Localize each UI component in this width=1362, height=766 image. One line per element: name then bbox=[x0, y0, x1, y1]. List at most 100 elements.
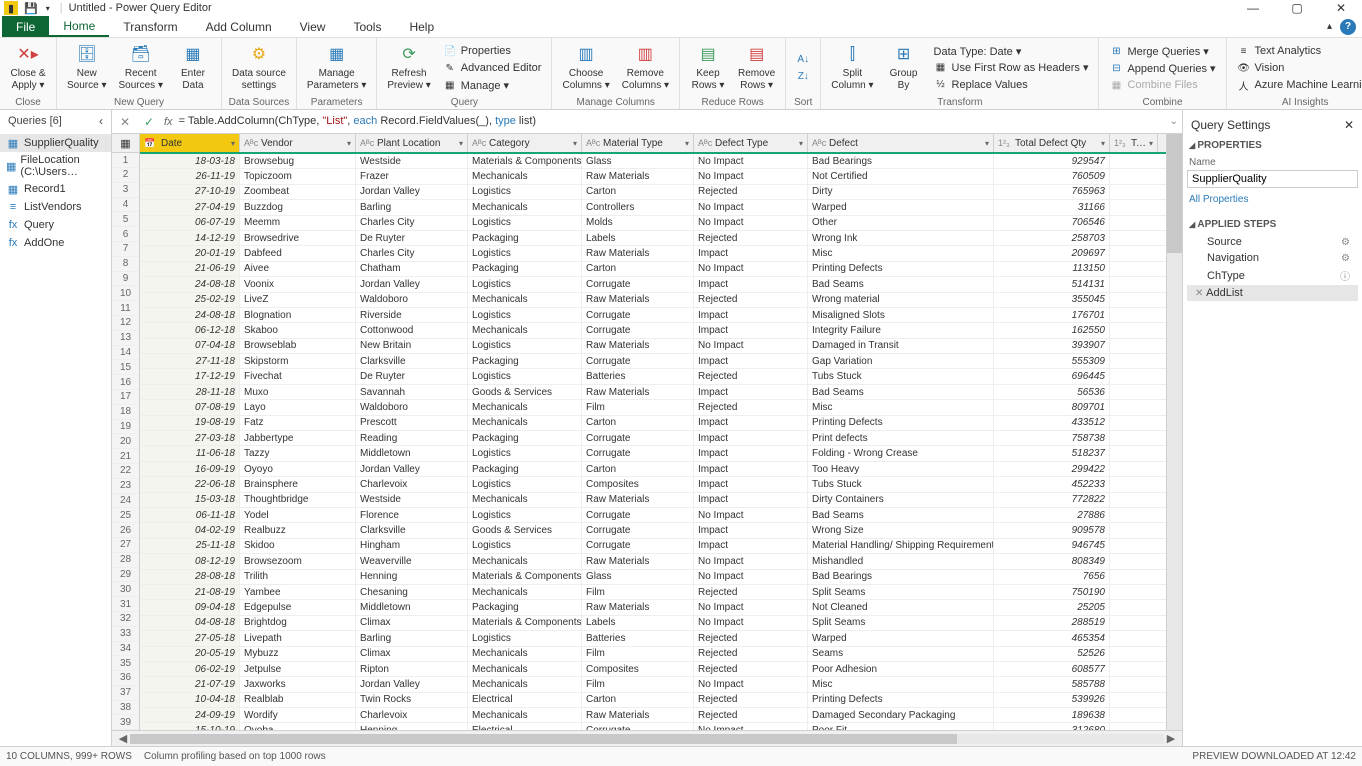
cell[interactable]: Impact bbox=[694, 308, 808, 322]
tab-view[interactable]: View bbox=[286, 16, 340, 37]
filter-icon[interactable]: ▾ bbox=[985, 139, 989, 148]
cell[interactable]: Corrugate bbox=[582, 354, 694, 368]
table-row[interactable]: 04-08-18BrightdogClimaxMaterials & Compo… bbox=[140, 616, 1166, 631]
cell[interactable]: 11-06-18 bbox=[140, 446, 240, 460]
cell[interactable]: Rejected bbox=[694, 369, 808, 383]
cell[interactable]: Logistics bbox=[468, 631, 582, 645]
cell[interactable]: Raw Materials bbox=[582, 246, 694, 260]
cell[interactable]: Raw Materials bbox=[582, 493, 694, 507]
cell[interactable]: Mechanicals bbox=[468, 400, 582, 414]
cell[interactable]: Clarksville bbox=[356, 523, 468, 537]
cell[interactable]: 16-09-19 bbox=[140, 462, 240, 476]
cell[interactable]: Chatham bbox=[356, 262, 468, 276]
cell[interactable]: Browsebug bbox=[240, 154, 356, 168]
append-queries-button[interactable]: ⊟Append Queries ▾ bbox=[1105, 60, 1219, 76]
cell[interactable]: Raw Materials bbox=[582, 339, 694, 353]
cell[interactable]: Yambee bbox=[240, 585, 356, 599]
cell[interactable]: 929547 bbox=[994, 154, 1110, 168]
cell[interactable]: Materials & Components bbox=[468, 616, 582, 630]
cell[interactable]: Impact bbox=[694, 477, 808, 491]
cell[interactable]: Yodel bbox=[240, 508, 356, 522]
applied-step[interactable]: Navigation⚙ bbox=[1187, 250, 1358, 266]
cell[interactable]: Rejected bbox=[694, 231, 808, 245]
table-row[interactable]: 20-05-19MybuzzClimaxMechanicalsFilmRejec… bbox=[140, 647, 1166, 662]
gear-icon[interactable]: ⚙ bbox=[1341, 253, 1350, 264]
cell[interactable]: Composites bbox=[582, 662, 694, 676]
cell[interactable]: Batteries bbox=[582, 369, 694, 383]
cell[interactable]: 760509 bbox=[994, 169, 1110, 183]
cell[interactable]: 09-04-18 bbox=[140, 600, 240, 614]
enter-data-button[interactable]: ▦Enter Data bbox=[171, 42, 215, 94]
minimize-button[interactable]: — bbox=[1246, 1, 1260, 15]
cell[interactable]: Rejected bbox=[694, 585, 808, 599]
table-row[interactable]: 08-12-19BrowsezoomWeavervilleMechanicals… bbox=[140, 554, 1166, 569]
cell[interactable]: Corrugate bbox=[582, 723, 694, 730]
cell[interactable]: No Impact bbox=[694, 616, 808, 630]
cell[interactable]: Printing Defects bbox=[808, 262, 994, 276]
cell[interactable]: Glass bbox=[582, 570, 694, 584]
cell[interactable]: Corrugate bbox=[582, 523, 694, 537]
cell[interactable]: 189638 bbox=[994, 708, 1110, 722]
cell[interactable]: Rejected bbox=[694, 647, 808, 661]
cell[interactable]: 08-12-19 bbox=[140, 554, 240, 568]
cell[interactable]: Waldoboro bbox=[356, 400, 468, 414]
cell[interactable]: 27-04-19 bbox=[140, 200, 240, 214]
cell[interactable]: 772822 bbox=[994, 493, 1110, 507]
cell[interactable]: 24-08-18 bbox=[140, 308, 240, 322]
cell[interactable]: Impact bbox=[694, 446, 808, 460]
cell[interactable]: 21-08-19 bbox=[140, 585, 240, 599]
cell[interactable]: 176701 bbox=[994, 308, 1110, 322]
cell[interactable]: 209697 bbox=[994, 246, 1110, 260]
cell[interactable]: Topiczoom bbox=[240, 169, 356, 183]
cell[interactable]: 07-08-19 bbox=[140, 400, 240, 414]
row-number[interactable]: 33 bbox=[112, 627, 139, 642]
scroll-right-icon[interactable]: ▶ bbox=[1164, 732, 1178, 745]
table-row[interactable]: 27-05-18LivepathBarlingLogisticsBatterie… bbox=[140, 631, 1166, 646]
cell[interactable]: Charles City bbox=[356, 216, 468, 230]
cell[interactable]: 28-11-18 bbox=[140, 385, 240, 399]
split-column-button[interactable]: ⫿Split Column ▾ bbox=[827, 42, 877, 94]
row-number[interactable]: 8 bbox=[112, 257, 139, 272]
cell[interactable]: Carton bbox=[582, 462, 694, 476]
cell[interactable]: No Impact bbox=[694, 508, 808, 522]
query-item[interactable]: fxAddOne bbox=[0, 234, 111, 252]
query-item[interactable]: ▦SupplierQuality bbox=[0, 134, 111, 152]
cell[interactable]: Mechanicals bbox=[468, 169, 582, 183]
cell[interactable]: Misc bbox=[808, 400, 994, 414]
cell[interactable]: Muxo bbox=[240, 385, 356, 399]
cell[interactable]: Wrong Size bbox=[808, 523, 994, 537]
cell[interactable]: Logistics bbox=[468, 508, 582, 522]
cell[interactable]: Jetpulse bbox=[240, 662, 356, 676]
row-number[interactable]: 20 bbox=[112, 434, 139, 449]
column-header[interactable]: AᴮcDefect▾ bbox=[808, 134, 994, 152]
cell[interactable]: Climax bbox=[356, 647, 468, 661]
cell[interactable]: Voonix bbox=[240, 277, 356, 291]
cell[interactable]: No Impact bbox=[694, 600, 808, 614]
column-header[interactable]: AᴮcCategory▾ bbox=[468, 134, 582, 152]
recent-sources-button[interactable]: 🗃Recent Sources ▾ bbox=[114, 42, 166, 94]
cell[interactable]: Mechanicals bbox=[468, 293, 582, 307]
all-properties-link[interactable]: All Properties bbox=[1187, 192, 1358, 207]
cell[interactable]: Tazzy bbox=[240, 446, 356, 460]
table-row[interactable]: 25-02-19LiveZWaldoboroMechanicalsRaw Mat… bbox=[140, 293, 1166, 308]
cell[interactable]: Materials & Components bbox=[468, 570, 582, 584]
cell[interactable]: Raw Materials bbox=[582, 293, 694, 307]
cell[interactable]: Mechanicals bbox=[468, 416, 582, 430]
column-header[interactable]: 1²₃Total Defect Qty▾ bbox=[994, 134, 1110, 152]
row-number[interactable]: 37 bbox=[112, 686, 139, 701]
cell[interactable]: 06-07-19 bbox=[140, 216, 240, 230]
cell[interactable]: 18-03-18 bbox=[140, 154, 240, 168]
cell[interactable]: 808349 bbox=[994, 554, 1110, 568]
new-source-button[interactable]: 🗄New Source ▾ bbox=[63, 42, 110, 94]
cell[interactable]: 696445 bbox=[994, 369, 1110, 383]
save-icon[interactable]: 💾 bbox=[24, 2, 38, 15]
cell[interactable]: Gap Variation bbox=[808, 354, 994, 368]
cell[interactable]: Misc bbox=[808, 246, 994, 260]
filter-icon[interactable]: ▾ bbox=[1101, 139, 1105, 148]
cell[interactable]: 21-07-19 bbox=[140, 677, 240, 691]
cell[interactable]: Oyoyo bbox=[240, 462, 356, 476]
cell[interactable]: Packaging bbox=[468, 354, 582, 368]
cell[interactable]: Controllers bbox=[582, 200, 694, 214]
collapse-queries-icon[interactable]: ‹ bbox=[99, 114, 103, 128]
table-row[interactable]: 15-03-18ThoughtbridgeWestsideMechanicals… bbox=[140, 493, 1166, 508]
